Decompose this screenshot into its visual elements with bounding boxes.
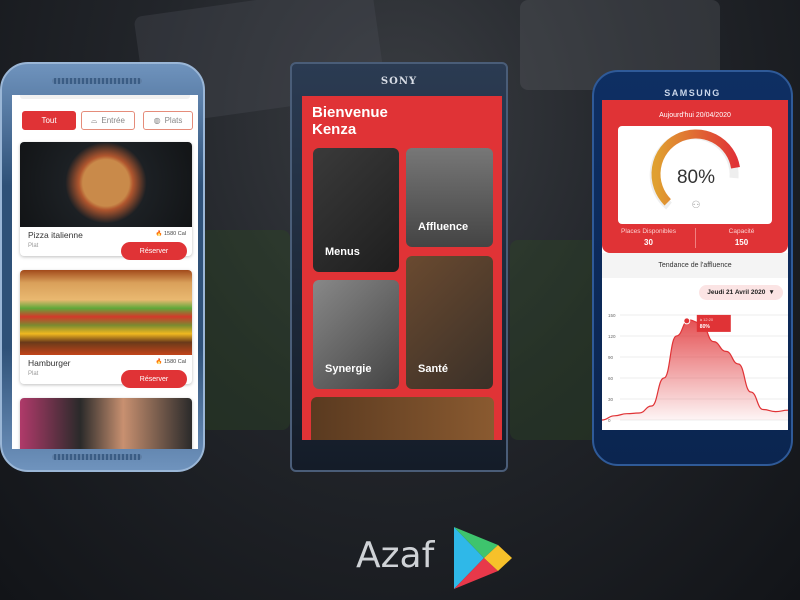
brand-logo: SAMSUNG xyxy=(664,88,721,98)
menu-screen: Tout ⌓ Entrée ◍ Plats Pizza italienne Plat… xyxy=(12,95,198,449)
tooltip-time: à 12:20 xyxy=(700,317,714,322)
menu-card[interactable] xyxy=(20,398,192,449)
item-category: Plat xyxy=(28,243,39,249)
summary-panel: Aujourd'hui 20/04/2020 80% ⚇ Places Disp… xyxy=(602,100,788,253)
filter-plats[interactable]: ◍ Plats xyxy=(143,111,193,130)
y-tick-label: 120 xyxy=(608,334,616,339)
dish-icon: ◍ xyxy=(153,116,161,125)
area-fill xyxy=(602,319,788,420)
calories: 🔥 1580 Cal xyxy=(155,359,186,365)
calories: 🔥 1580 Cal xyxy=(155,231,186,237)
tile-sante[interactable]: Santé xyxy=(406,256,493,389)
speaker-grille xyxy=(52,78,142,84)
y-tick-label: 60 xyxy=(608,376,614,381)
places-value: 30 xyxy=(644,238,653,247)
item-category: Plat xyxy=(28,371,39,377)
item-name: Pizza italienne xyxy=(28,230,83,240)
affluence-chart: 0306090120150à 12:2080% xyxy=(602,313,788,423)
speaker-grille xyxy=(52,454,142,460)
caret-down-icon: ▼ xyxy=(768,289,775,296)
places-label: Places Disponibles xyxy=(621,228,676,235)
dessert-image xyxy=(20,398,192,449)
reserve-button[interactable]: Réserver xyxy=(121,370,187,388)
filter-entree[interactable]: ⌓ Entrée xyxy=(81,111,135,130)
people-icon: ⚇ xyxy=(692,200,701,211)
brand-logo: SONY xyxy=(380,76,418,87)
home-screen: Bienvenue Kenza Menus Affluence Synergie… xyxy=(302,96,502,440)
search-bar[interactable] xyxy=(20,95,190,99)
date-select[interactable]: Jeudi 21 Avril 2020 ▼ xyxy=(699,285,783,300)
gauge: 80% ⚇ xyxy=(649,129,740,211)
gauge-card: 80% ⚇ xyxy=(618,126,772,224)
pizza-image xyxy=(20,142,192,227)
tile-menus[interactable]: Menus xyxy=(313,148,399,272)
date-header: Aujourd'hui 20/04/2020 xyxy=(659,112,731,119)
tile-synergie[interactable]: Synergie xyxy=(313,280,399,389)
filter-tout[interactable]: Tout xyxy=(22,111,76,130)
capacity-label: Capacité xyxy=(728,228,755,235)
tooltip-value: 80% xyxy=(700,324,711,330)
section-title: Tendance de l'affluence xyxy=(602,253,788,278)
google-play-icon[interactable] xyxy=(452,525,514,591)
greeting: Bienvenue Kenza xyxy=(312,104,388,138)
phone-affluence: SAMSUNG Aujourd'hui 20/04/2020 80% ⚇ Pla… xyxy=(592,70,793,466)
phone-menu: Tout ⌓ Entrée ◍ Plats Pizza italienne Plat… xyxy=(0,62,205,472)
menu-card[interactable]: Hamburger Plat 🔥 1580 Cal xyxy=(20,270,192,384)
highlight-point xyxy=(683,317,691,325)
flame-icon: 🔥 xyxy=(155,359,163,365)
phone-home: SONY Bienvenue Kenza Menus Affluence Syn… xyxy=(290,62,508,472)
menu-card[interactable]: Pizza italienne Plat 🔥 1580 Cal xyxy=(20,142,192,256)
item-name: Hamburger xyxy=(28,358,71,368)
tile-more[interactable] xyxy=(311,397,494,440)
reserve-button[interactable]: Réserver xyxy=(121,242,187,260)
flame-icon: 🔥 xyxy=(155,231,163,237)
burger-image xyxy=(20,270,192,355)
capacity-value: 150 xyxy=(734,238,749,247)
gauge-value: 80% xyxy=(677,167,715,188)
y-tick-label: 150 xyxy=(608,313,616,318)
y-tick-label: 90 xyxy=(608,355,614,360)
affluence-screen: Aujourd'hui 20/04/2020 80% ⚇ Places Disp… xyxy=(602,100,788,430)
app-name: Azaf xyxy=(356,535,435,576)
tile-affluence[interactable]: Affluence xyxy=(406,148,493,247)
y-tick-label: 30 xyxy=(608,397,614,402)
cloche-icon: ⌓ xyxy=(91,115,98,125)
